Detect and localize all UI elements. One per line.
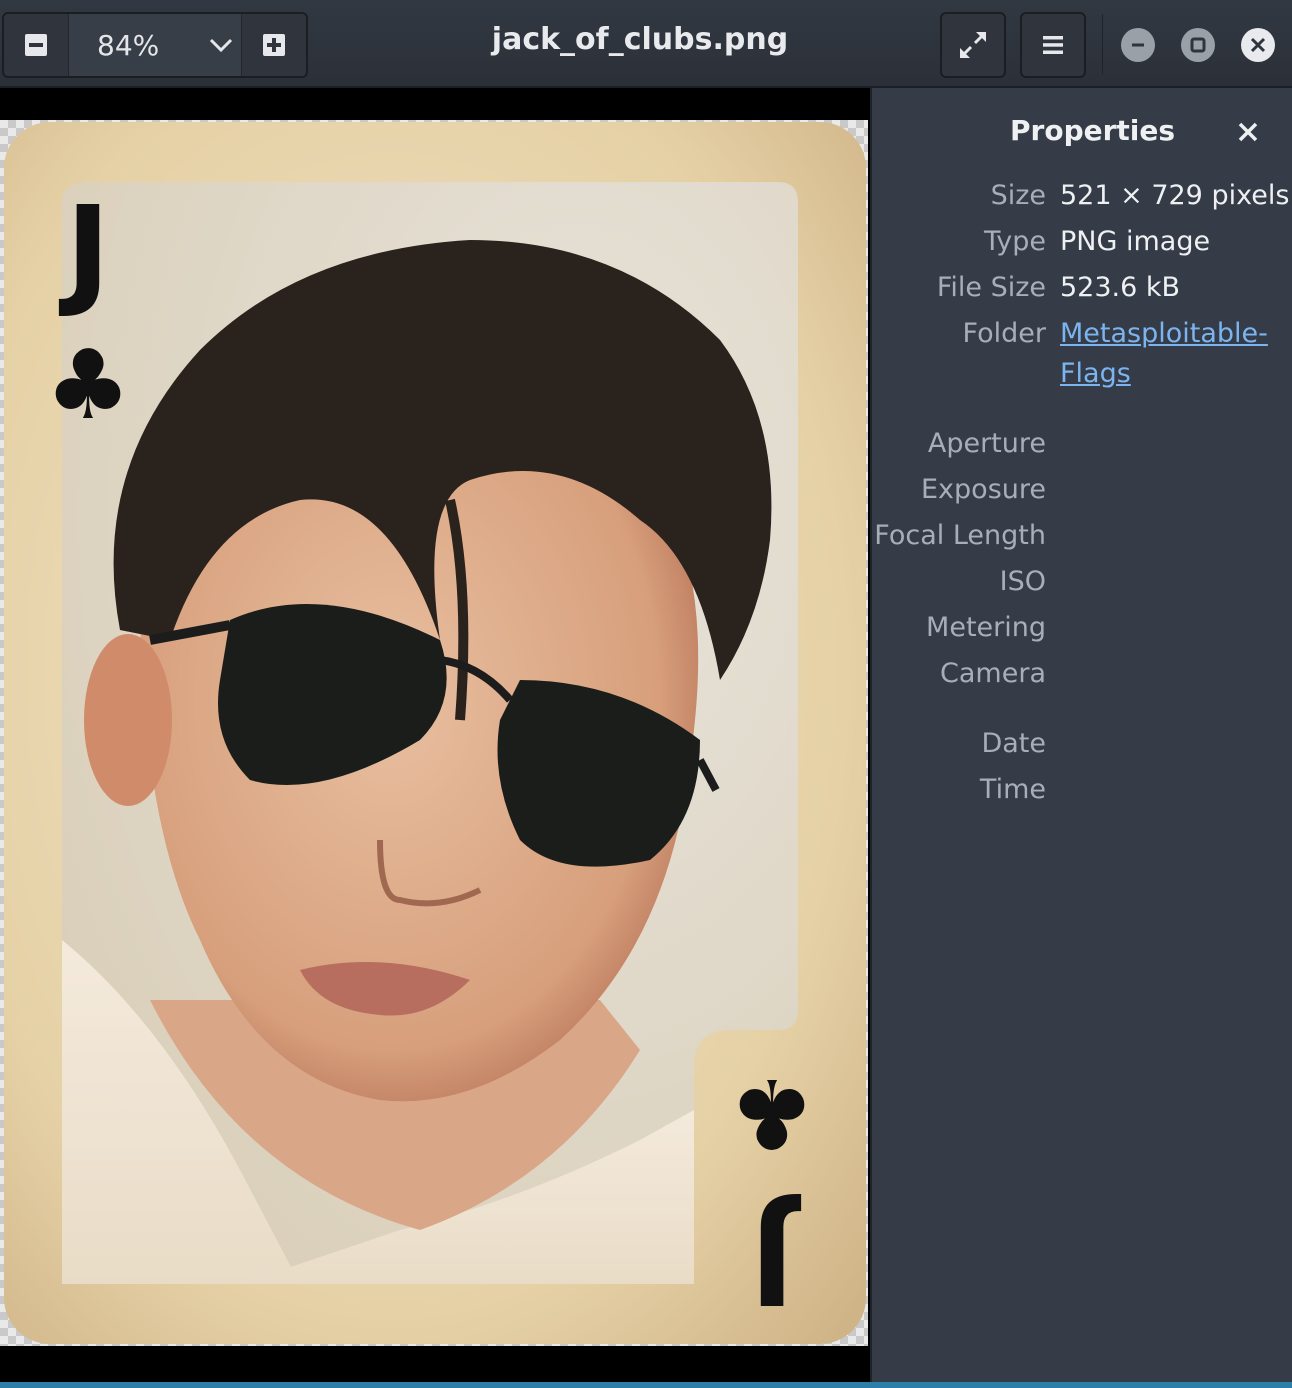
fullscreen-button[interactable] [940, 12, 1006, 78]
iso-label: ISO [999, 566, 1046, 597]
chevron-down-icon[interactable] [207, 31, 235, 59]
jack-of-clubs-card-image: J ♣ J ♣ [4, 122, 866, 1344]
card-rank-top: J [59, 182, 111, 321]
desktop-strip [0, 1382, 1292, 1388]
folder-link[interactable]: Metasploitable-Flags [1060, 314, 1280, 394]
minimize-button[interactable] [1121, 28, 1155, 62]
properties-sidebar: Properties Size 521 × 729 pixels Type PN… [870, 88, 1292, 1382]
focal-length-label: Focal Length [874, 520, 1046, 551]
type-label: Type [983, 226, 1046, 257]
folder-label: Folder [962, 318, 1046, 349]
zoom-level-dropdown[interactable]: 84% [68, 14, 242, 76]
size-label: Size [990, 180, 1046, 211]
type-value: PNG image [1060, 226, 1211, 257]
properties-title: Properties [1010, 114, 1176, 147]
metering-label: Metering [926, 612, 1046, 643]
image-viewer-window: 84% jack_of_clubs.png J ♣ J ♣ Properties… [0, 0, 1292, 1388]
maximize-button[interactable] [1181, 28, 1215, 62]
menu-button[interactable] [1020, 12, 1086, 78]
card-suit-top: ♣ [45, 329, 131, 441]
zoom-control: 84% [2, 12, 308, 78]
zoom-level-value[interactable]: 84% [97, 29, 197, 62]
close-icon [1250, 37, 1266, 53]
card-rank-bottom: J [750, 1189, 802, 1328]
header-separator [1102, 14, 1103, 74]
close-properties-icon[interactable] [1234, 118, 1262, 146]
time-label: Time [979, 774, 1046, 805]
hamburger-menu-icon [1043, 36, 1063, 54]
date-label: Date [981, 728, 1046, 759]
header-bar: 84% jack_of_clubs.png [0, 0, 1292, 88]
maximize-icon [1190, 37, 1206, 53]
size-value: 521 × 729 pixels [1060, 180, 1290, 211]
zoom-in-button[interactable] [242, 14, 306, 76]
exposure-label: Exposure [921, 474, 1046, 505]
image-transparency-checkerboard: J ♣ J ♣ [0, 120, 868, 1346]
minimize-icon [1132, 43, 1144, 47]
window-title: jack_of_clubs.png [491, 22, 789, 57]
zoom-out-icon [25, 34, 47, 56]
card-suit-bottom: ♣ [729, 1057, 815, 1169]
file-size-label: File Size [936, 272, 1046, 303]
camera-label: Camera [940, 658, 1046, 689]
aperture-label: Aperture [927, 428, 1046, 459]
fullscreen-icon [960, 32, 986, 58]
zoom-in-icon [263, 34, 285, 56]
zoom-out-button[interactable] [4, 14, 68, 76]
close-window-button[interactable] [1241, 28, 1275, 62]
file-size-value: 523.6 kB [1060, 272, 1181, 303]
image-canvas[interactable]: J ♣ J ♣ [0, 88, 870, 1382]
